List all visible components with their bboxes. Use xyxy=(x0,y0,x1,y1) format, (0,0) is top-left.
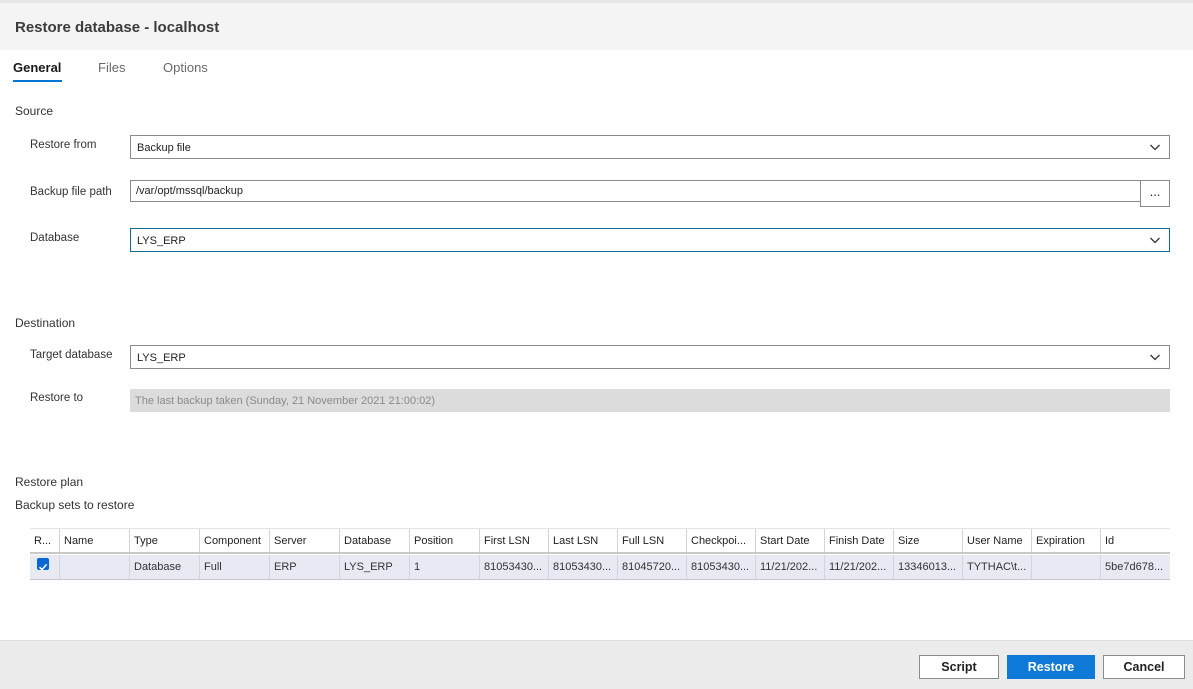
grid-header-row: R... Name Type Component Server Database… xyxy=(30,528,1170,554)
cell-checkpoint: 81053430... xyxy=(687,555,756,579)
column-header-start-date[interactable]: Start Date xyxy=(756,529,825,552)
cancel-button[interactable]: Cancel xyxy=(1103,655,1185,679)
cell-position: 1 xyxy=(410,555,480,579)
cell-size: 13346013... xyxy=(894,555,963,579)
column-header-restore[interactable]: R... xyxy=(30,529,60,552)
cell-full-lsn: 81045720... xyxy=(618,555,687,579)
dialog-footer: Script Restore Cancel xyxy=(0,640,1193,689)
cell-first-lsn: 81053430... xyxy=(480,555,549,579)
column-header-checkpoint[interactable]: Checkpoi... xyxy=(687,529,756,552)
column-header-database[interactable]: Database xyxy=(340,529,410,552)
cell-start-date: 11/21/202... xyxy=(756,555,825,579)
chevron-down-icon xyxy=(1150,237,1160,244)
table-row[interactable]: Database Full ERP LYS_ERP 1 81053430... … xyxy=(30,555,1170,580)
column-header-user-name[interactable]: User Name xyxy=(963,529,1032,552)
script-button[interactable]: Script xyxy=(919,655,999,679)
restore-from-label: Restore from xyxy=(30,139,97,151)
restore-to-label: Restore to xyxy=(30,392,84,404)
database-label: Database xyxy=(30,232,80,244)
column-header-name[interactable]: Name xyxy=(60,529,130,552)
cell-type: Database xyxy=(130,555,200,579)
database-value: LYS_ERP xyxy=(137,235,186,247)
source-section-label: Source xyxy=(15,104,54,118)
backup-file-path-input[interactable] xyxy=(130,180,1141,202)
chevron-down-icon xyxy=(1150,144,1160,151)
column-header-server[interactable]: Server xyxy=(270,529,340,552)
restore-from-dropdown[interactable]: Backup file xyxy=(130,135,1170,159)
backup-sets-label: Backup sets to restore xyxy=(15,498,135,512)
restore-checkbox[interactable] xyxy=(37,558,49,571)
chevron-down-icon xyxy=(1150,354,1160,361)
cell-finish-date: 11/21/202... xyxy=(825,555,894,579)
active-tab-indicator xyxy=(13,80,62,82)
column-header-id[interactable]: Id xyxy=(1101,529,1170,552)
column-header-first-lsn[interactable]: First LSN xyxy=(480,529,549,552)
tab-files[interactable]: Files xyxy=(98,60,125,75)
database-dropdown[interactable]: LYS_ERP xyxy=(130,228,1170,252)
cell-database: LYS_ERP xyxy=(340,555,410,579)
column-header-last-lsn[interactable]: Last LSN xyxy=(549,529,618,552)
column-header-type[interactable]: Type xyxy=(130,529,200,552)
cell-component: Full xyxy=(200,555,270,579)
restore-button[interactable]: Restore xyxy=(1007,655,1095,679)
cell-server: ERP xyxy=(270,555,340,579)
target-database-label: Target database xyxy=(30,349,113,361)
restore-checkbox-cell[interactable] xyxy=(30,555,60,579)
tab-bar: General Files Options xyxy=(0,50,1193,86)
cell-last-lsn: 81053430... xyxy=(549,555,618,579)
column-header-position[interactable]: Position xyxy=(410,529,480,552)
column-header-finish-date[interactable]: Finish Date xyxy=(825,529,894,552)
cell-id: 5be7d678... xyxy=(1105,561,1164,573)
restore-plan-section-label: Restore plan xyxy=(15,475,84,489)
column-header-component[interactable]: Component xyxy=(200,529,270,552)
column-header-expiration[interactable]: Expiration xyxy=(1032,529,1101,552)
column-header-full-lsn[interactable]: Full LSN xyxy=(618,529,687,552)
dialog-titlebar: Restore database - localhost xyxy=(0,3,1193,50)
cell-name xyxy=(60,555,130,579)
backup-file-path-label: Backup file path xyxy=(30,186,112,198)
cell-expiration xyxy=(1032,555,1101,579)
tab-general[interactable]: General xyxy=(13,60,61,75)
cell-user-name: TYTHAC\t... xyxy=(963,555,1032,579)
target-database-value: LYS_ERP xyxy=(137,352,186,364)
restore-from-value: Backup file xyxy=(137,142,191,154)
restore-to-field: The last backup taken (Sunday, 21 Novemb… xyxy=(130,389,1170,412)
dialog-title: Restore database - localhost xyxy=(15,19,220,36)
column-header-size[interactable]: Size xyxy=(894,529,963,552)
browse-button[interactable]: ... xyxy=(1140,180,1170,207)
checkmark-icon xyxy=(38,563,48,571)
tab-options[interactable]: Options xyxy=(163,60,208,75)
target-database-dropdown[interactable]: LYS_ERP xyxy=(130,345,1170,369)
destination-section-label: Destination xyxy=(15,316,76,330)
